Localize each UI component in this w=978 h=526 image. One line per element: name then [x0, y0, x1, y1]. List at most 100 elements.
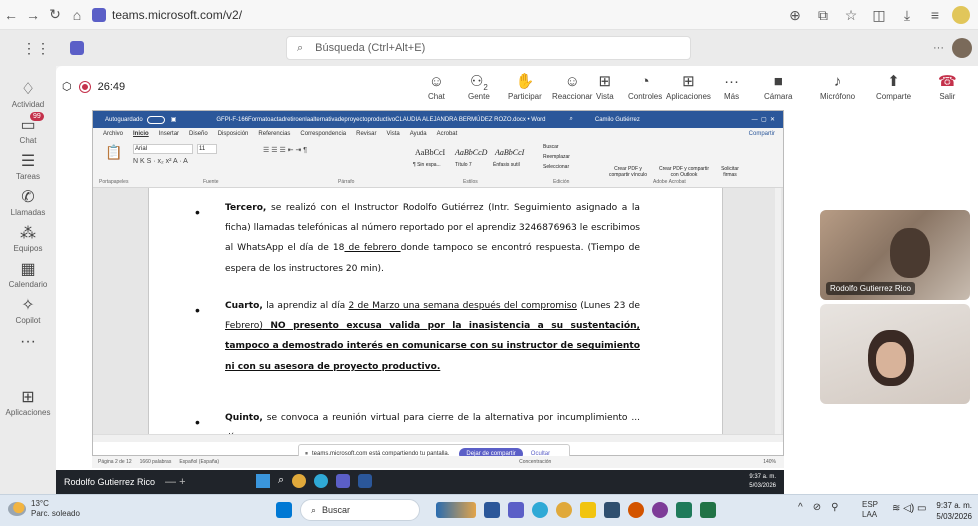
- search-icon[interactable]: ⌕: [278, 474, 284, 488]
- rail-item-calendario[interactable]: ▦ Calendario: [0, 260, 56, 289]
- more-options-icon[interactable]: ···: [933, 42, 944, 54]
- rail-item-more[interactable]: ···: [0, 332, 56, 352]
- file-explorer-icon[interactable]: [580, 502, 596, 518]
- edge-icon[interactable]: [314, 474, 329, 488]
- language-indicator[interactable]: ESP LAA: [862, 500, 878, 520]
- tab-archivo[interactable]: Archivo: [103, 131, 123, 137]
- rail-item-actividad[interactable]: ♢ Actividad: [0, 80, 56, 109]
- tab-acrobat[interactable]: Acrobat: [437, 131, 458, 137]
- taskbar-search[interactable]: ⌕ Buscar: [300, 499, 420, 521]
- back-icon[interactable]: ←: [0, 4, 22, 26]
- excel-icon[interactable]: [676, 502, 692, 518]
- controls-button[interactable]: ◔ Controles: [628, 72, 662, 101]
- paste-icon[interactable]: 📋: [105, 144, 122, 161]
- find-button[interactable]: Buscar: [543, 144, 559, 150]
- focus-mode[interactable]: Concentración: [519, 459, 551, 465]
- chevron-up-icon[interactable]: ^: [798, 502, 803, 513]
- share-doc-button[interactable]: Compartir: [749, 131, 775, 137]
- wifi-volume-icon[interactable]: ≋ ◁) ▭: [892, 503, 926, 514]
- tab-disposicion[interactable]: Disposición: [218, 131, 249, 137]
- select-button[interactable]: Seleccionar: [543, 164, 569, 170]
- autosave-toggle[interactable]: [146, 115, 165, 124]
- app-grid-icon[interactable]: ⋮⋮: [22, 40, 50, 57]
- tab-revisar[interactable]: Revisar: [356, 131, 376, 137]
- paragraph-tercero[interactable]: Tercero, se realizó con el Instructor Ro…: [225, 198, 640, 279]
- taskbar-clock[interactable]: 9:37 a. m. 5/03/2026: [936, 500, 972, 522]
- camera-button[interactable]: ■ Cámara: [764, 72, 792, 101]
- view-button[interactable]: ⊞ Vista: [596, 72, 614, 101]
- rail-item-chat[interactable]: ▭ Chat 99: [0, 112, 56, 145]
- replace-button[interactable]: Reemplazar: [543, 154, 570, 160]
- tab-ayuda[interactable]: Ayuda: [410, 131, 427, 137]
- tab-inicio[interactable]: Inicio: [133, 131, 149, 137]
- app-icon[interactable]: [700, 502, 716, 518]
- tab-insertar[interactable]: Insertar: [159, 131, 179, 137]
- rail-item-copilot[interactable]: ✧ Copilot: [0, 296, 56, 325]
- home-icon[interactable]: ⌂: [66, 4, 88, 26]
- avatar[interactable]: [952, 6, 970, 24]
- rail-item-tareas[interactable]: ☰ Tareas: [0, 152, 56, 181]
- style-1[interactable]: AaBbCcI: [415, 148, 445, 157]
- widgets-icon[interactable]: [436, 502, 476, 518]
- reload-icon[interactable]: ↻: [44, 4, 66, 26]
- people-button[interactable]: ⚇2 Gente: [468, 72, 490, 101]
- chrome-icon[interactable]: [292, 474, 307, 488]
- network-off-icon[interactable]: ⊘: [813, 502, 821, 513]
- pdf-outlook-button[interactable]: Crear PDF y compartir con Outlook: [655, 166, 713, 178]
- profile-avatar[interactable]: [952, 38, 972, 58]
- firefox-icon[interactable]: [628, 502, 644, 518]
- sign-button[interactable]: Solicitar firmas: [715, 166, 745, 178]
- share-button[interactable]: ⬆ Comparte: [876, 72, 911, 101]
- tab-correspondencia[interactable]: Correspondencia: [300, 131, 346, 137]
- font-size[interactable]: 11: [197, 144, 217, 154]
- star-icon[interactable]: ☆: [840, 4, 862, 26]
- paragraph-cuarto[interactable]: Cuarto, la aprendiz al día 2 de Marzo un…: [225, 296, 640, 377]
- usb-icon[interactable]: ⚲: [831, 502, 838, 513]
- install-icon[interactable]: ⧉: [812, 4, 834, 26]
- self-view-tile[interactable]: [820, 304, 970, 404]
- teams-app-icon[interactable]: [508, 502, 524, 518]
- edge-icon[interactable]: [532, 502, 548, 518]
- word-app-icon[interactable]: [484, 502, 500, 518]
- font-name[interactable]: Arial: [133, 144, 193, 154]
- address-bar[interactable]: teams.microsoft.com/v2/: [92, 7, 242, 22]
- rail-item-equipos[interactable]: ⁂ Equipos: [0, 224, 56, 253]
- presenter-bar-controls[interactable]: — +: [165, 476, 185, 488]
- menu-icon[interactable]: ≡: [924, 4, 946, 26]
- vertical-scrollbar[interactable]: [775, 188, 781, 434]
- tab-diseno[interactable]: Diseño: [189, 131, 208, 137]
- zoom-level[interactable]: 140%: [763, 459, 776, 465]
- style-2[interactable]: AaBbCcD: [455, 148, 487, 157]
- style-3[interactable]: AaBbCcI: [495, 148, 524, 157]
- save-icon[interactable]: ▣: [171, 116, 177, 123]
- rail-item-aplicaciones[interactable]: ⊞ Aplicaciones: [0, 388, 56, 417]
- pdf-link-button[interactable]: Crear PDF y compartir vínculo: [605, 166, 651, 178]
- zoom-icon[interactable]: ⊕: [784, 4, 806, 26]
- react-button[interactable]: ☺ Reaccionar: [552, 72, 592, 101]
- rail-item-llamadas[interactable]: ✆ Llamadas: [0, 188, 56, 217]
- more-button[interactable]: ··· Más: [724, 72, 739, 101]
- participant-tile[interactable]: Rodolfo Gutierrez Rico: [820, 210, 970, 300]
- forward-icon[interactable]: →: [22, 4, 44, 26]
- store-icon[interactable]: [604, 502, 620, 518]
- extensions-icon[interactable]: ◫: [868, 4, 890, 26]
- mic-button[interactable]: ♪ Micrófono: [820, 72, 855, 101]
- downloads-icon[interactable]: ⤓: [896, 4, 918, 26]
- raise-hand-button[interactable]: ✋ Participar: [508, 72, 542, 101]
- chrome-icon[interactable]: [556, 502, 572, 518]
- window-controls[interactable]: — ▢ ✕: [752, 116, 775, 123]
- windows-icon[interactable]: [256, 474, 270, 488]
- teams-app-icon[interactable]: [336, 474, 351, 488]
- copilot-app-icon[interactable]: [652, 502, 668, 518]
- word-app-icon[interactable]: [358, 474, 373, 488]
- horizontal-scrollbar[interactable]: [93, 434, 783, 442]
- tab-referencias[interactable]: Referencias: [258, 131, 290, 137]
- tab-vista[interactable]: Vista: [386, 131, 399, 137]
- search-icon[interactable]: ⌕: [570, 116, 573, 123]
- start-icon[interactable]: [276, 502, 292, 518]
- system-tray[interactable]: ^ ⊘ ⚲: [798, 502, 838, 513]
- leave-button[interactable]: ☎ Salir: [938, 72, 957, 101]
- apps-button[interactable]: ⊞ Aplicaciones: [666, 72, 711, 101]
- search-input[interactable]: ⌕ Búsqueda (Ctrl+Alt+E): [286, 36, 691, 60]
- chat-button[interactable]: ☺ Chat: [428, 72, 445, 101]
